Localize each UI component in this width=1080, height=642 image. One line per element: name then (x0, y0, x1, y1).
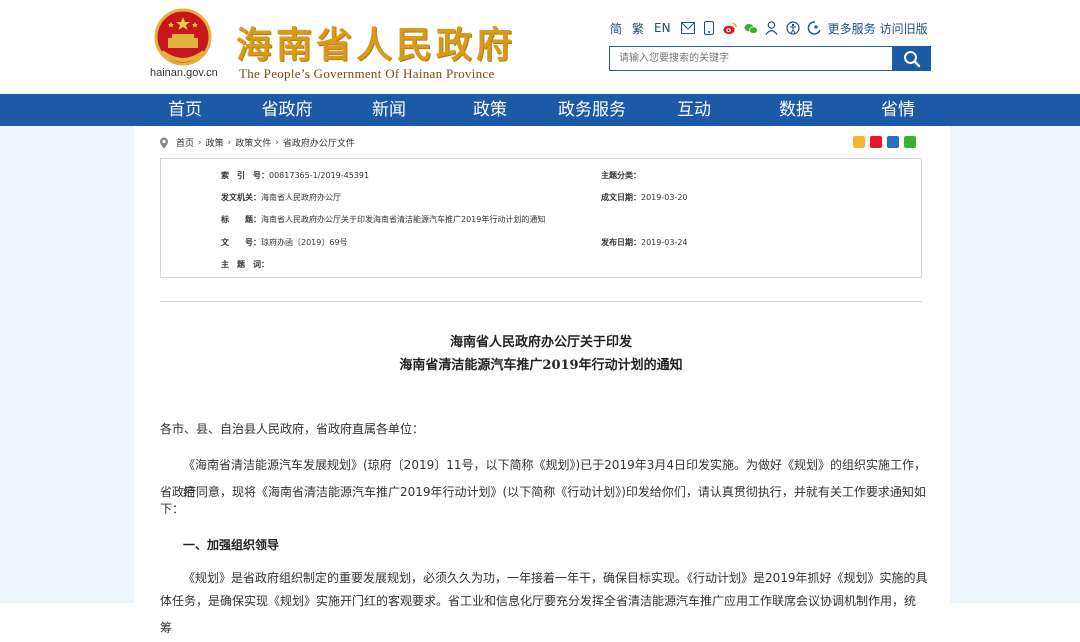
main-nav: 首页 省政府 新闻 政策 政务服务 互动 数据 省情 (0, 94, 1080, 126)
english-link[interactable]: EN (654, 21, 671, 35)
site-domain: hainan.gov.cn (150, 67, 218, 79)
old-version-link[interactable]: 访问旧版 (880, 20, 928, 37)
meta-title-value: 海南省人民政府办公厅关于印发海南省清洁能源汽车推广2019年行动计划的通知 (261, 215, 546, 224)
simplified-chinese-link[interactable]: 简 (610, 20, 622, 37)
breadcrumb-home[interactable]: 首页 (176, 136, 194, 149)
mobile-icon[interactable] (702, 21, 716, 35)
site-logo-english: The People’s Government Of Hainan Provin… (239, 66, 495, 81)
document-salutation: 各市、县、自治县人民政府，省政府直属各单位： (160, 422, 425, 436)
breadcrumb: 首页 › 政策 › 政策文件 › 省政府办公厅文件 (159, 136, 355, 149)
search-icon (904, 50, 921, 67)
paragraph-1-line-3: 下： (160, 502, 185, 516)
site-header: hainan.gov.cn 海南省人民政府 The People’s Gover… (0, 0, 1080, 94)
meta-index-label: 索 引 号： (221, 171, 269, 180)
nav-item-provincial-government[interactable]: 省政府 (262, 94, 313, 126)
meta-title: 标 题：海南省人民政府办公厅关于印发海南省清洁能源汽车推广2019年行动计划的通… (221, 214, 545, 225)
meta-created-date: 成文日期：2019-03-20 (601, 192, 688, 203)
search-button[interactable] (893, 46, 931, 71)
meta-index-value: 00817365-1/2019-45391 (269, 171, 370, 180)
meta-docno-value: 琼府办函〔2019〕69号 (261, 238, 348, 247)
top-utility-links: 简 繁 EN 更多服务 访问旧版 (610, 18, 938, 38)
meta-issuer-label: 发文机关： (221, 193, 261, 202)
meta-index: 索 引 号：00817365-1/2019-45391 (221, 170, 369, 181)
share-qzone-icon[interactable] (853, 136, 865, 148)
national-emblem-icon[interactable] (152, 8, 214, 68)
nav-item-interaction[interactable]: 互动 (677, 94, 711, 126)
meta-published-date: 发布日期：2019-03-24 (601, 237, 688, 248)
breadcrumb-office-documents[interactable]: 省政府办公厅文件 (283, 136, 355, 149)
meta-title-label: 标 题： (221, 215, 261, 224)
meta-document-number: 文 号：琼府办函〔2019〕69号 (221, 237, 348, 248)
paragraph-2-line-2: 体任务，是确保实现《规划》实施开门红的客观要求。省工业和信息化厅要充分发挥全省清… (160, 594, 917, 635)
nav-item-policy[interactable]: 政策 (473, 94, 507, 126)
wechat-icon[interactable] (744, 21, 758, 35)
left-background-panel (0, 126, 134, 603)
breadcrumb-policy-documents[interactable]: 政策文件 (235, 136, 271, 149)
nav-item-news[interactable]: 新闻 (372, 94, 406, 126)
meta-issuer-value: 海南省人民政府办公厅 (261, 193, 341, 202)
meta-published-label: 发布日期： (601, 238, 641, 247)
nav-item-government-services[interactable]: 政务服务 (558, 94, 626, 126)
user-icon[interactable] (765, 21, 779, 35)
document-title-line-2: 海南省清洁能源汽车推广2019年行动计划的通知 (399, 358, 683, 373)
mail-icon[interactable] (680, 21, 695, 35)
accessibility-icon[interactable] (785, 21, 800, 35)
meta-issuer: 发文机关：海南省人民政府办公厅 (221, 192, 341, 203)
meta-topic: 主题分类： (601, 170, 641, 181)
breadcrumb-policy[interactable]: 政策 (206, 136, 224, 149)
meta-published-value: 2019-03-24 (641, 238, 688, 247)
search-input[interactable] (609, 46, 893, 71)
breadcrumb-separator: › (198, 137, 202, 148)
weibo-icon[interactable] (723, 21, 737, 35)
share-weibo-icon[interactable] (870, 136, 882, 148)
nav-item-home[interactable]: 首页 (168, 94, 202, 126)
meta-created-label: 成文日期： (601, 193, 641, 202)
document-title-line-1: 海南省人民政府办公厅关于印发 (449, 335, 632, 350)
site-logo-chinese[interactable]: 海南省人民政府 (236, 16, 516, 68)
right-background-panel (950, 126, 1080, 603)
section-heading-1: 一、加强组织领导 (183, 538, 280, 552)
location-pin-icon (160, 137, 168, 148)
meta-topic-label: 主题分类： (601, 171, 641, 180)
breadcrumb-separator: › (275, 137, 279, 148)
elder-care-icon[interactable] (807, 21, 821, 35)
site-search (609, 46, 931, 73)
content-divider (160, 301, 922, 302)
meta-created-value: 2019-03-20 (641, 193, 688, 202)
share-renren-icon[interactable] (887, 136, 899, 148)
breadcrumb-separator: › (227, 137, 232, 148)
more-services-link[interactable]: 更多服务 (828, 20, 876, 37)
nav-item-data[interactable]: 数据 (779, 94, 813, 126)
nav-item-province-overview[interactable]: 省情 (881, 94, 915, 126)
meta-docno-label: 文 号： (221, 238, 261, 247)
share-wechat-icon[interactable] (904, 136, 916, 148)
meta-keywords-label: 主 题 词： (221, 260, 269, 269)
traditional-chinese-link[interactable]: 繁 (632, 20, 644, 37)
meta-keywords: 主 题 词： (221, 259, 269, 270)
share-bar (853, 136, 916, 148)
